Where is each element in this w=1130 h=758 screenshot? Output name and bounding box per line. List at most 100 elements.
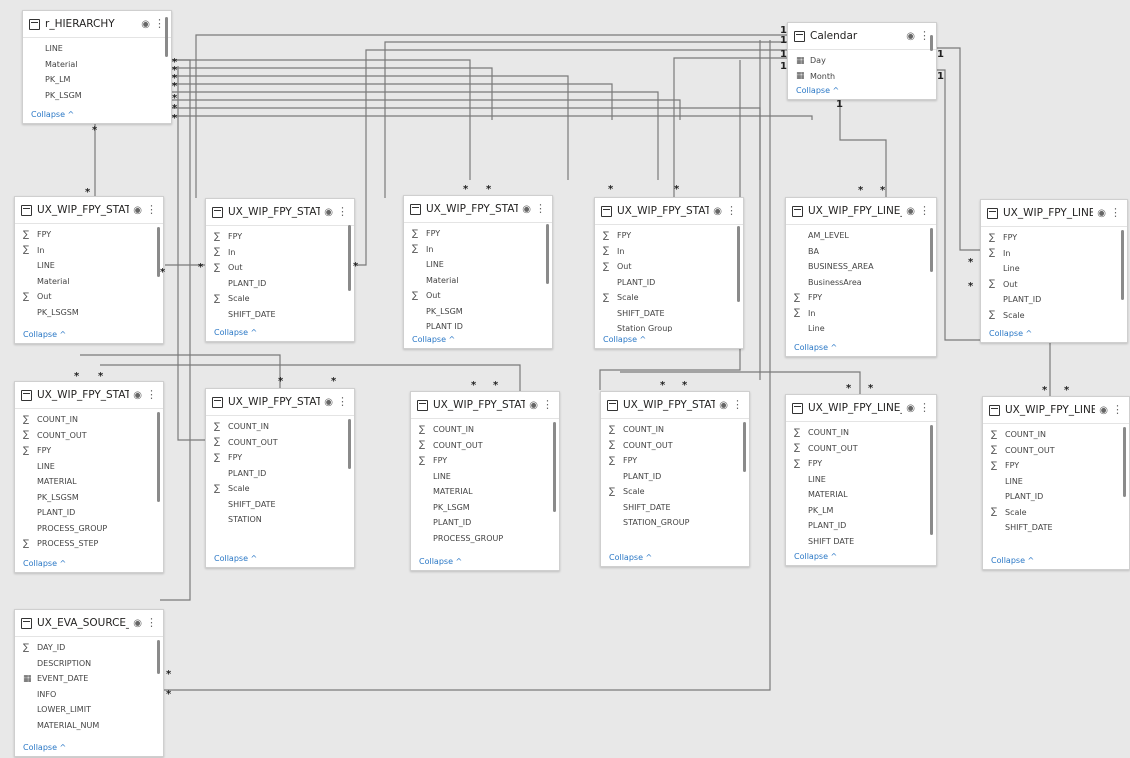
relationship-line[interactable] — [172, 91, 659, 180]
more-options-icon[interactable]: ⋮ — [146, 389, 157, 400]
visibility-icon[interactable]: ◉ — [1097, 208, 1106, 219]
field-row[interactable]: ∑ COUNT_IN — [794, 425, 928, 441]
collapse-link[interactable]: Collapse ^ — [796, 86, 839, 95]
table-card[interactable]: UX_WIP_FPY_STATIO...◉ ⋮ ∑ COUNT_IN ∑ COUNT_OU… — [14, 381, 164, 573]
more-options-icon[interactable]: ⋮ — [919, 30, 930, 41]
table-header[interactable]: UX_WIP_FPY_STATIO...◉ ⋮ — [206, 389, 354, 416]
field-row[interactable]: Line — [989, 261, 1119, 277]
field-row[interactable]: LINE — [412, 257, 544, 273]
field-row[interactable]: ∑ Out — [214, 260, 346, 276]
table-header[interactable]: UX_WIP_FPY_LINE_DA...◉⋮ — [786, 395, 936, 422]
scrollbar[interactable] — [930, 35, 933, 51]
visibility-icon[interactable]: ◉ — [133, 618, 142, 629]
more-options-icon[interactable]: ⋮ — [337, 396, 348, 407]
visibility-icon[interactable]: ◉ — [1099, 405, 1108, 416]
more-options-icon[interactable]: ⋮ — [919, 205, 930, 216]
table-card[interactable]: UX_WIP_FPY_STATIO...◉ ⋮ ∑ FPY ∑ In ∑ Out PLANT_I… — [205, 198, 355, 342]
table-card[interactable]: UX_WIP_FPY_LINE_DA...◉ ⋮ ∑ COUNT_IN ∑ COUNT_O… — [982, 396, 1130, 570]
field-row[interactable]: PK_LSGM — [419, 500, 551, 516]
field-row[interactable]: PLANT_ID — [989, 292, 1119, 308]
visibility-icon[interactable]: ◉ — [141, 19, 150, 30]
field-row[interactable]: PROCESS_GROUP — [419, 531, 551, 547]
relationship-line[interactable] — [162, 40, 771, 691]
field-row[interactable]: PLANT_ID — [214, 276, 346, 292]
field-row[interactable]: ∑ COUNT_OUT — [419, 438, 551, 454]
relationship-line[interactable] — [160, 59, 191, 601]
field-row[interactable]: BUSINESS_AREA — [794, 259, 928, 275]
table-header[interactable]: UX_WIP_FPY_STATIO...◉ ⋮ — [411, 392, 559, 419]
table-header[interactable]: UX_WIP_FPY_LINE_DA...◉⋮ — [981, 200, 1127, 227]
field-row[interactable]: Material — [412, 273, 544, 289]
field-row[interactable]: STATION — [214, 512, 346, 528]
field-row[interactable]: ∑ FPY — [412, 226, 544, 242]
field-row[interactable]: LINE — [31, 41, 163, 57]
collapse-link[interactable]: Collapse ^ — [23, 559, 66, 568]
field-row[interactable]: Line — [794, 321, 928, 337]
more-options-icon[interactable]: ⋮ — [535, 203, 546, 214]
field-row[interactable]: ▦ Month — [796, 69, 928, 84]
field-row[interactable]: ∑ Scale — [991, 505, 1121, 521]
field-row[interactable]: ∑ COUNT_IN — [419, 422, 551, 438]
relationship-line[interactable] — [172, 75, 569, 180]
field-row[interactable]: ∑ FPY — [23, 443, 155, 459]
field-row[interactable]: ∑ In — [23, 243, 155, 259]
field-row[interactable]: PK_LM — [794, 503, 928, 519]
relationship-line[interactable] — [172, 59, 471, 180]
collapse-link[interactable]: Collapse ^ — [214, 328, 257, 337]
field-row[interactable]: ∑ COUNT_IN — [23, 412, 155, 428]
more-options-icon[interactable]: ⋮ — [1112, 404, 1123, 415]
field-row[interactable]: ∑ COUNT_IN — [991, 427, 1121, 443]
field-row[interactable]: ∑ COUNT_OUT — [214, 435, 346, 451]
field-row[interactable]: ∑ COUNT_IN — [214, 419, 346, 435]
relationship-line[interactable] — [172, 83, 613, 120]
field-row[interactable]: MATERIAL — [419, 484, 551, 500]
collapse-link[interactable]: Collapse ^ — [412, 335, 455, 344]
field-row[interactable]: ∑ Out — [989, 277, 1119, 293]
field-row[interactable]: ∑ Scale — [214, 291, 346, 307]
field-row[interactable]: ∑ COUNT_IN — [609, 422, 741, 438]
field-row[interactable]: LINE — [23, 258, 155, 274]
table-header[interactable]: UX_WIP_FPY_LINE_DA...◉⋮ — [786, 198, 936, 225]
more-options-icon[interactable]: ⋮ — [146, 204, 157, 215]
collapse-link[interactable]: Collapse ^ — [31, 110, 74, 119]
more-options-icon[interactable]: ⋮ — [732, 399, 743, 410]
field-row[interactable]: PLANT_ID — [794, 518, 928, 534]
table-header[interactable]: r_HIERARCHY ◉ ⋮ — [23, 11, 171, 38]
field-row[interactable]: ∑ Out — [603, 259, 735, 275]
field-row[interactable]: ∑ FPY — [214, 229, 346, 245]
field-row[interactable]: PLANT_ID — [23, 505, 155, 521]
field-row[interactable]: SHIFT_DATE — [603, 306, 735, 322]
relationship-line[interactable] — [673, 57, 787, 197]
field-row[interactable]: ▦ EVENT_DATE — [23, 671, 155, 687]
field-row[interactable]: ∑ FPY — [609, 453, 741, 469]
field-row[interactable]: ∑ FPY — [991, 458, 1121, 474]
field-row[interactable]: ∑ FPY — [794, 456, 928, 472]
field-row[interactable]: ∑ Scale — [603, 290, 735, 306]
visibility-icon[interactable]: ◉ — [133, 390, 142, 401]
field-row[interactable]: ▦ Day — [796, 53, 928, 69]
field-row[interactable]: ∑ In — [214, 245, 346, 261]
field-row[interactable]: PLANT_ID — [419, 515, 551, 531]
table-card[interactable]: UX_WIP_FPY_LINE_DA...◉ ⋮ ∑ FPY ∑ In Line ∑ Out PL… — [980, 199, 1128, 343]
field-row[interactable]: BusinessArea — [794, 275, 928, 291]
more-options-icon[interactable]: ⋮ — [726, 205, 737, 216]
relationship-line[interactable] — [839, 98, 887, 197]
table-card[interactable]: UX_EVA_SOURCE_FAIL ◉ ⋮ ∑ DAY_ID DESCRIPTION ▦ E… — [14, 609, 164, 757]
field-row[interactable]: ∑ COUNT_OUT — [23, 428, 155, 444]
field-row[interactable]: SHIFT_DATE — [214, 307, 346, 323]
table-card[interactable]: r_HIERARCHY ◉ ⋮ LINE Material PK_LM PK_LSGM Col… — [22, 10, 172, 124]
collapse-link[interactable]: Collapse ^ — [609, 553, 652, 562]
field-row[interactable]: PLANT ID — [412, 319, 544, 332]
field-row[interactable]: ∑ Out — [23, 289, 155, 305]
more-options-icon[interactable]: ⋮ — [154, 18, 165, 29]
field-row[interactable]: PK_LSGSM — [23, 490, 155, 506]
relationship-line[interactable] — [172, 67, 493, 120]
table-card[interactable]: Calendar ◉ ⋮ ▦ Day ▦ Month Collapse ^ — [787, 22, 937, 100]
relationship-line[interactable] — [172, 99, 681, 120]
relationship-line[interactable] — [195, 34, 787, 198]
field-row[interactable]: PLANT_ID — [214, 466, 346, 482]
table-card[interactable]: UX_WIP_FPY_STATIO...◉ ⋮ ∑ COUNT_IN ∑ COUNT_OU… — [205, 388, 355, 568]
field-row[interactable]: PLANT_ID — [609, 469, 741, 485]
field-row[interactable]: SHIFT_DATE — [609, 500, 741, 516]
relationship-line[interactable] — [384, 41, 787, 198]
